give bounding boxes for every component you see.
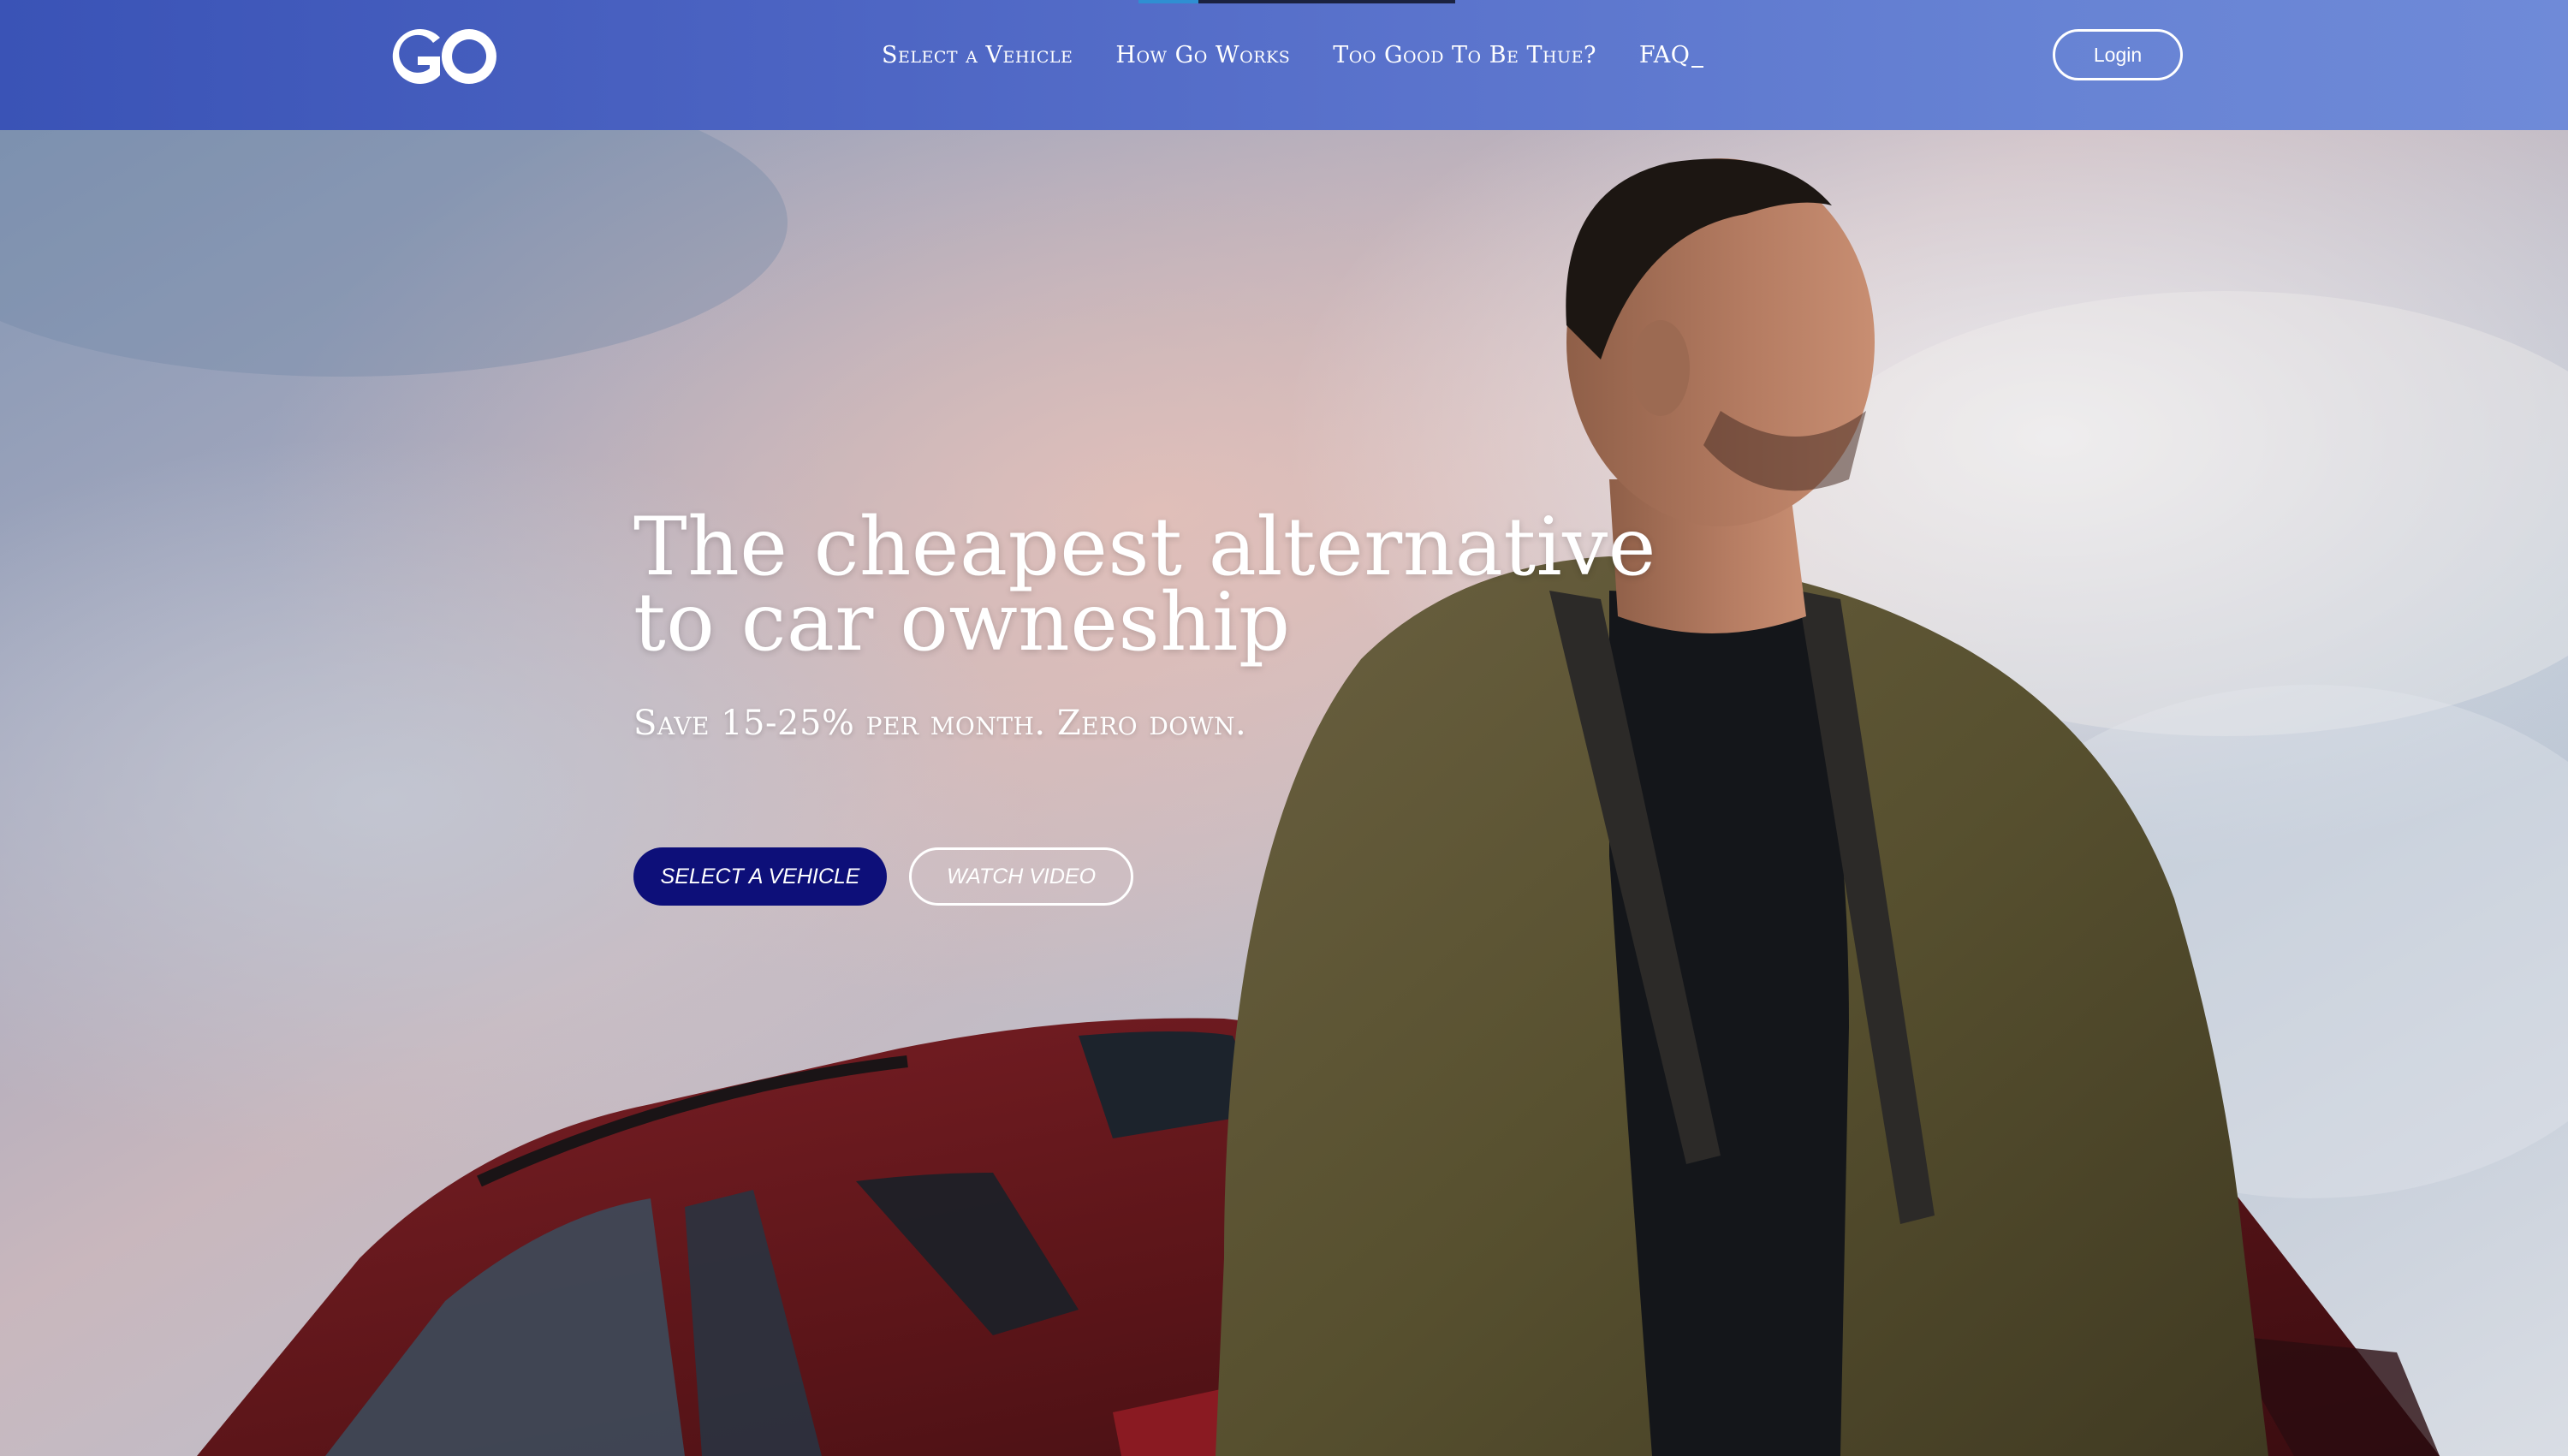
- hero-subtitle: Save 15-25% per month. Zero down.: [633, 704, 1247, 743]
- go-logo-icon[interactable]: [380, 21, 503, 92]
- main-nav: Select a Vehicle How Go Works Too Good T…: [882, 34, 1704, 75]
- hero-content: The cheapest alternative to car owneship…: [633, 508, 1661, 744]
- hero-cta-row: SELECT A VEHICLE WATCH VIDEO: [633, 847, 1133, 906]
- hero-title-line2: to car owneship: [633, 576, 1291, 669]
- landing-page: Select a Vehicle How Go Works Too Good T…: [0, 0, 2568, 1456]
- site-header: Select a Vehicle How Go Works Too Good T…: [0, 0, 2568, 130]
- nav-too-good[interactable]: Too Good To Be Thue?: [1333, 42, 1596, 68]
- faq-cursor-mark: [1691, 65, 1704, 68]
- hero-title: The cheapest alternative to car owneship: [633, 508, 1661, 663]
- nav-how-go-works[interactable]: How Go Works: [1115, 42, 1290, 68]
- login-button[interactable]: Login: [2053, 29, 2183, 80]
- nav-select-vehicle[interactable]: Select a Vehicle: [882, 42, 1073, 68]
- header-accent-highlight: [1138, 0, 1198, 3]
- nav-faq[interactable]: FAQ: [1639, 42, 1704, 68]
- nav-faq-label: FAQ: [1638, 41, 1691, 68]
- select-vehicle-button[interactable]: SELECT A VEHICLE: [633, 847, 887, 906]
- watch-video-button[interactable]: WATCH VIDEO: [909, 847, 1133, 906]
